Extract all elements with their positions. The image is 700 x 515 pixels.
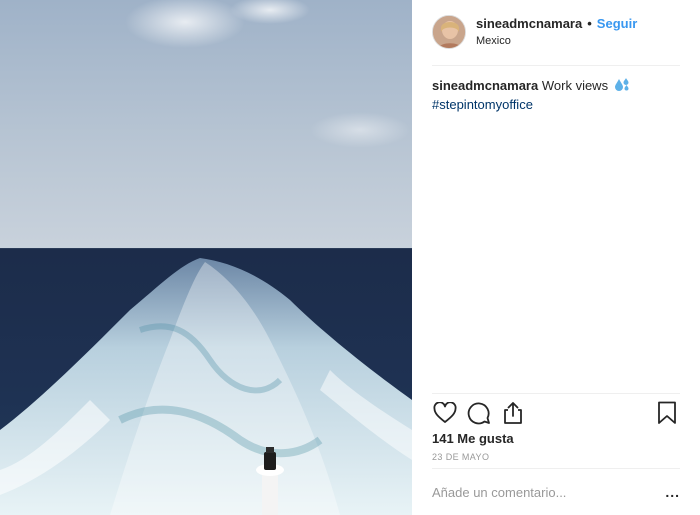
avatar[interactable] bbox=[432, 15, 466, 49]
separator-dot: • bbox=[587, 15, 592, 31]
comment-row: ... bbox=[432, 480, 680, 504]
location-link[interactable]: Mexico bbox=[476, 35, 637, 49]
post-date: 23 DE MAYO bbox=[432, 452, 490, 462]
username-link[interactable]: sineadmcnamara bbox=[476, 16, 582, 32]
bookmark-icon[interactable] bbox=[654, 400, 680, 426]
post-photo[interactable] bbox=[0, 0, 412, 515]
post-side-panel: sineadmcnamara • Seguir Mexico sineadmcn… bbox=[412, 0, 700, 515]
more-options-icon[interactable]: ... bbox=[660, 484, 680, 500]
post-header: sineadmcnamara • Seguir Mexico bbox=[432, 12, 680, 52]
share-icon[interactable] bbox=[500, 400, 526, 426]
header-divider bbox=[432, 65, 680, 66]
post-actions bbox=[432, 400, 680, 426]
ocean-wake-image bbox=[0, 0, 412, 515]
caption-text: Work views bbox=[541, 78, 609, 93]
likes-count[interactable]: 141 Me gusta bbox=[432, 431, 514, 446]
comment-divider bbox=[432, 468, 680, 469]
comment-input[interactable] bbox=[432, 484, 660, 500]
heart-icon[interactable] bbox=[432, 400, 458, 426]
hashtag-link[interactable]: #stepintomyoffice bbox=[432, 96, 680, 113]
follow-button[interactable]: Seguir bbox=[597, 16, 637, 32]
actions-divider bbox=[432, 393, 680, 394]
post-caption: sineadmcnamara Work views #stepintomyoff… bbox=[432, 77, 680, 113]
comment-icon[interactable] bbox=[466, 400, 492, 426]
sweat-droplets-icon bbox=[614, 78, 630, 96]
caption-username-link[interactable]: sineadmcnamara bbox=[432, 78, 538, 93]
